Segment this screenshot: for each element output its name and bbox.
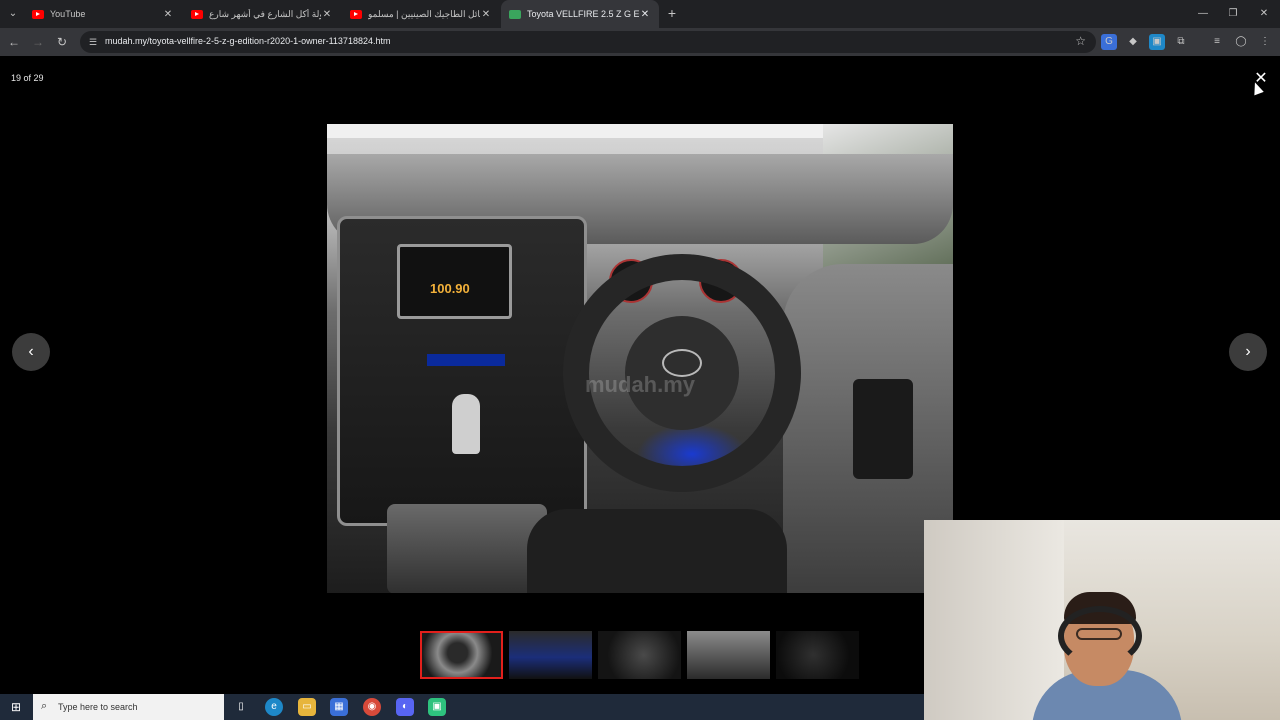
webcam-overlay xyxy=(924,520,1280,720)
previous-image-button[interactable]: ‹ xyxy=(12,333,50,371)
photo-armrest xyxy=(387,504,547,593)
reload-icon[interactable]: ↻ xyxy=(54,34,70,50)
next-image-button[interactable]: › xyxy=(1229,333,1267,371)
main-photo-car-interior: 100.90 mudah.my xyxy=(327,124,953,593)
thumbnail-4[interactable] xyxy=(687,631,770,679)
address-bar[interactable]: ☰ mudah.my/toyota-vellfire-2-5-z-g-editi… xyxy=(80,31,1096,53)
url-text[interactable]: mudah.my/toyota-vellfire-2-5-z-g-edition… xyxy=(105,36,390,46)
windows-start-icon[interactable]: ⊞ xyxy=(0,694,32,720)
app-icon[interactable]: ▣ xyxy=(428,698,446,716)
tab-toyota-vellfire[interactable]: Toyota VELLFIRE 2.5 Z G EDITIO ✕ xyxy=(501,0,659,28)
photo-head-unit-screen: 100.90 xyxy=(397,244,512,319)
back-arrow-icon[interactable]: ← xyxy=(6,34,22,50)
image-counter: 19 of 29 xyxy=(11,73,44,83)
store-icon[interactable]: ▦ xyxy=(330,698,348,716)
forward-arrow-icon[interactable]: → xyxy=(30,34,46,50)
photo-window-switches xyxy=(853,379,913,479)
thumbnail-5[interactable] xyxy=(776,631,859,679)
extensions-puzzle-icon[interactable]: ⧉ xyxy=(1173,34,1189,50)
tab-close-icon[interactable]: ✕ xyxy=(480,9,492,20)
photo-gear-lever xyxy=(452,394,480,454)
window-close-icon[interactable]: ✕ xyxy=(1249,0,1279,28)
tab-strip: ⌄ YouTube ✕ جولة أكل الشارع في أشهر شارع… xyxy=(0,0,1280,28)
menu-kebab-icon[interactable]: ⋮ xyxy=(1257,34,1273,50)
thumbnail-2[interactable] xyxy=(509,631,592,679)
search-icon: ⌕ xyxy=(41,700,48,712)
site-info-icon[interactable]: ☰ xyxy=(86,35,100,49)
discord-icon[interactable]: ◐ xyxy=(396,698,414,716)
head-unit-frequency: 100.90 xyxy=(430,281,470,296)
tab-title: Toyota VELLFIRE 2.5 Z G EDITIO xyxy=(527,9,639,19)
tab-title: جولة أكل الشارع في أشهر شارع .. xyxy=(209,8,321,19)
restore-icon[interactable]: ❐ xyxy=(1218,0,1248,28)
chrome-icon[interactable]: ◉ xyxy=(363,698,381,716)
tab-close-icon[interactable]: ✕ xyxy=(321,9,333,20)
extension-blue-icon[interactable]: ▣ xyxy=(1149,34,1165,50)
photo-seat xyxy=(527,509,787,593)
site-favicon-icon xyxy=(509,9,521,19)
profile-icon[interactable]: ◯ xyxy=(1233,34,1249,50)
tab-search-chevron-icon[interactable]: ⌄ xyxy=(4,5,22,23)
youtube-icon xyxy=(32,9,44,19)
thumbnail-3[interactable] xyxy=(598,631,681,679)
new-tab-plus-icon[interactable]: + xyxy=(663,4,681,22)
task-view-icon[interactable]: ▯ xyxy=(232,698,250,716)
minimize-icon[interactable]: — xyxy=(1188,0,1218,28)
photo-climate-display xyxy=(427,354,505,366)
webcam-wall xyxy=(924,520,1064,720)
tab-street-food[interactable]: جولة أكل الشارع في أشهر شارع .. ✕ xyxy=(183,0,341,28)
photo-watermark: mudah.my xyxy=(585,372,696,397)
tab-close-icon[interactable]: ✕ xyxy=(639,9,651,20)
windows-taskbar: ⊞ ⌕ Type here to search ▯ e ▭ ▦ ◉ ◐ ▣ xyxy=(0,694,924,720)
bookmark-star-icon[interactable]: ☆ xyxy=(1075,34,1086,48)
extension-diamond-icon[interactable]: ◆ xyxy=(1125,34,1141,50)
tab-tajik[interactable]: قبائل الطاجيك الصينيين | مسلمو... ✕ xyxy=(342,0,500,28)
youtube-icon xyxy=(191,9,203,19)
tab-close-icon[interactable]: ✕ xyxy=(162,9,174,20)
webcam-headset xyxy=(1058,606,1142,666)
media-control-icon[interactable]: ≡ xyxy=(1209,34,1225,50)
youtube-icon xyxy=(350,9,362,19)
translate-extension-icon[interactable]: G xyxy=(1101,34,1117,50)
tab-title: قبائل الطاجيك الصينيين | مسلمو... xyxy=(368,8,480,19)
browser-toolbar: ← → ↻ ☰ mudah.my/toyota-vellfire-2-5-z-g… xyxy=(0,28,1280,56)
taskbar-search-placeholder: Type here to search xyxy=(58,702,138,712)
tab-youtube[interactable]: YouTube ✕ xyxy=(24,0,182,28)
file-explorer-icon[interactable]: ▭ xyxy=(298,698,316,716)
tab-title: YouTube xyxy=(50,9,86,19)
thumbnail-1[interactable] xyxy=(420,631,503,679)
taskbar-search-box[interactable]: ⌕ Type here to search xyxy=(33,694,224,720)
edge-icon[interactable]: e xyxy=(265,698,283,716)
